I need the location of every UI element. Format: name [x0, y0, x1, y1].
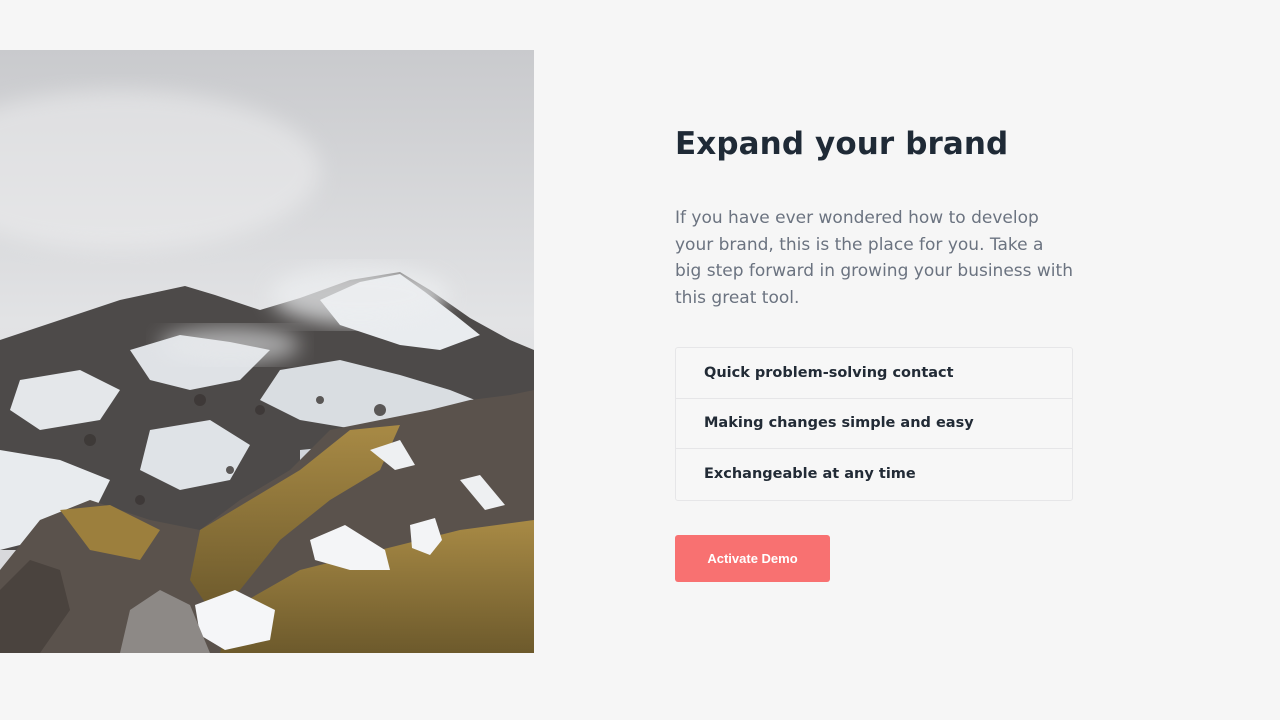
- activate-demo-button[interactable]: Activate Demo: [675, 535, 830, 582]
- mountain-illustration: [0, 50, 534, 653]
- hero-mountain-image: [0, 50, 534, 653]
- section-description: If you have ever wondered how to develop…: [675, 208, 1073, 308]
- feature-item: Making changes simple and easy: [676, 399, 1072, 450]
- feature-list: Quick problem-solving contact Making cha…: [675, 347, 1073, 501]
- section-title: Expand your brand: [675, 126, 1009, 162]
- feature-item: Quick problem-solving contact: [676, 348, 1072, 399]
- feature-item: Exchangeable at any time: [704, 466, 916, 483]
